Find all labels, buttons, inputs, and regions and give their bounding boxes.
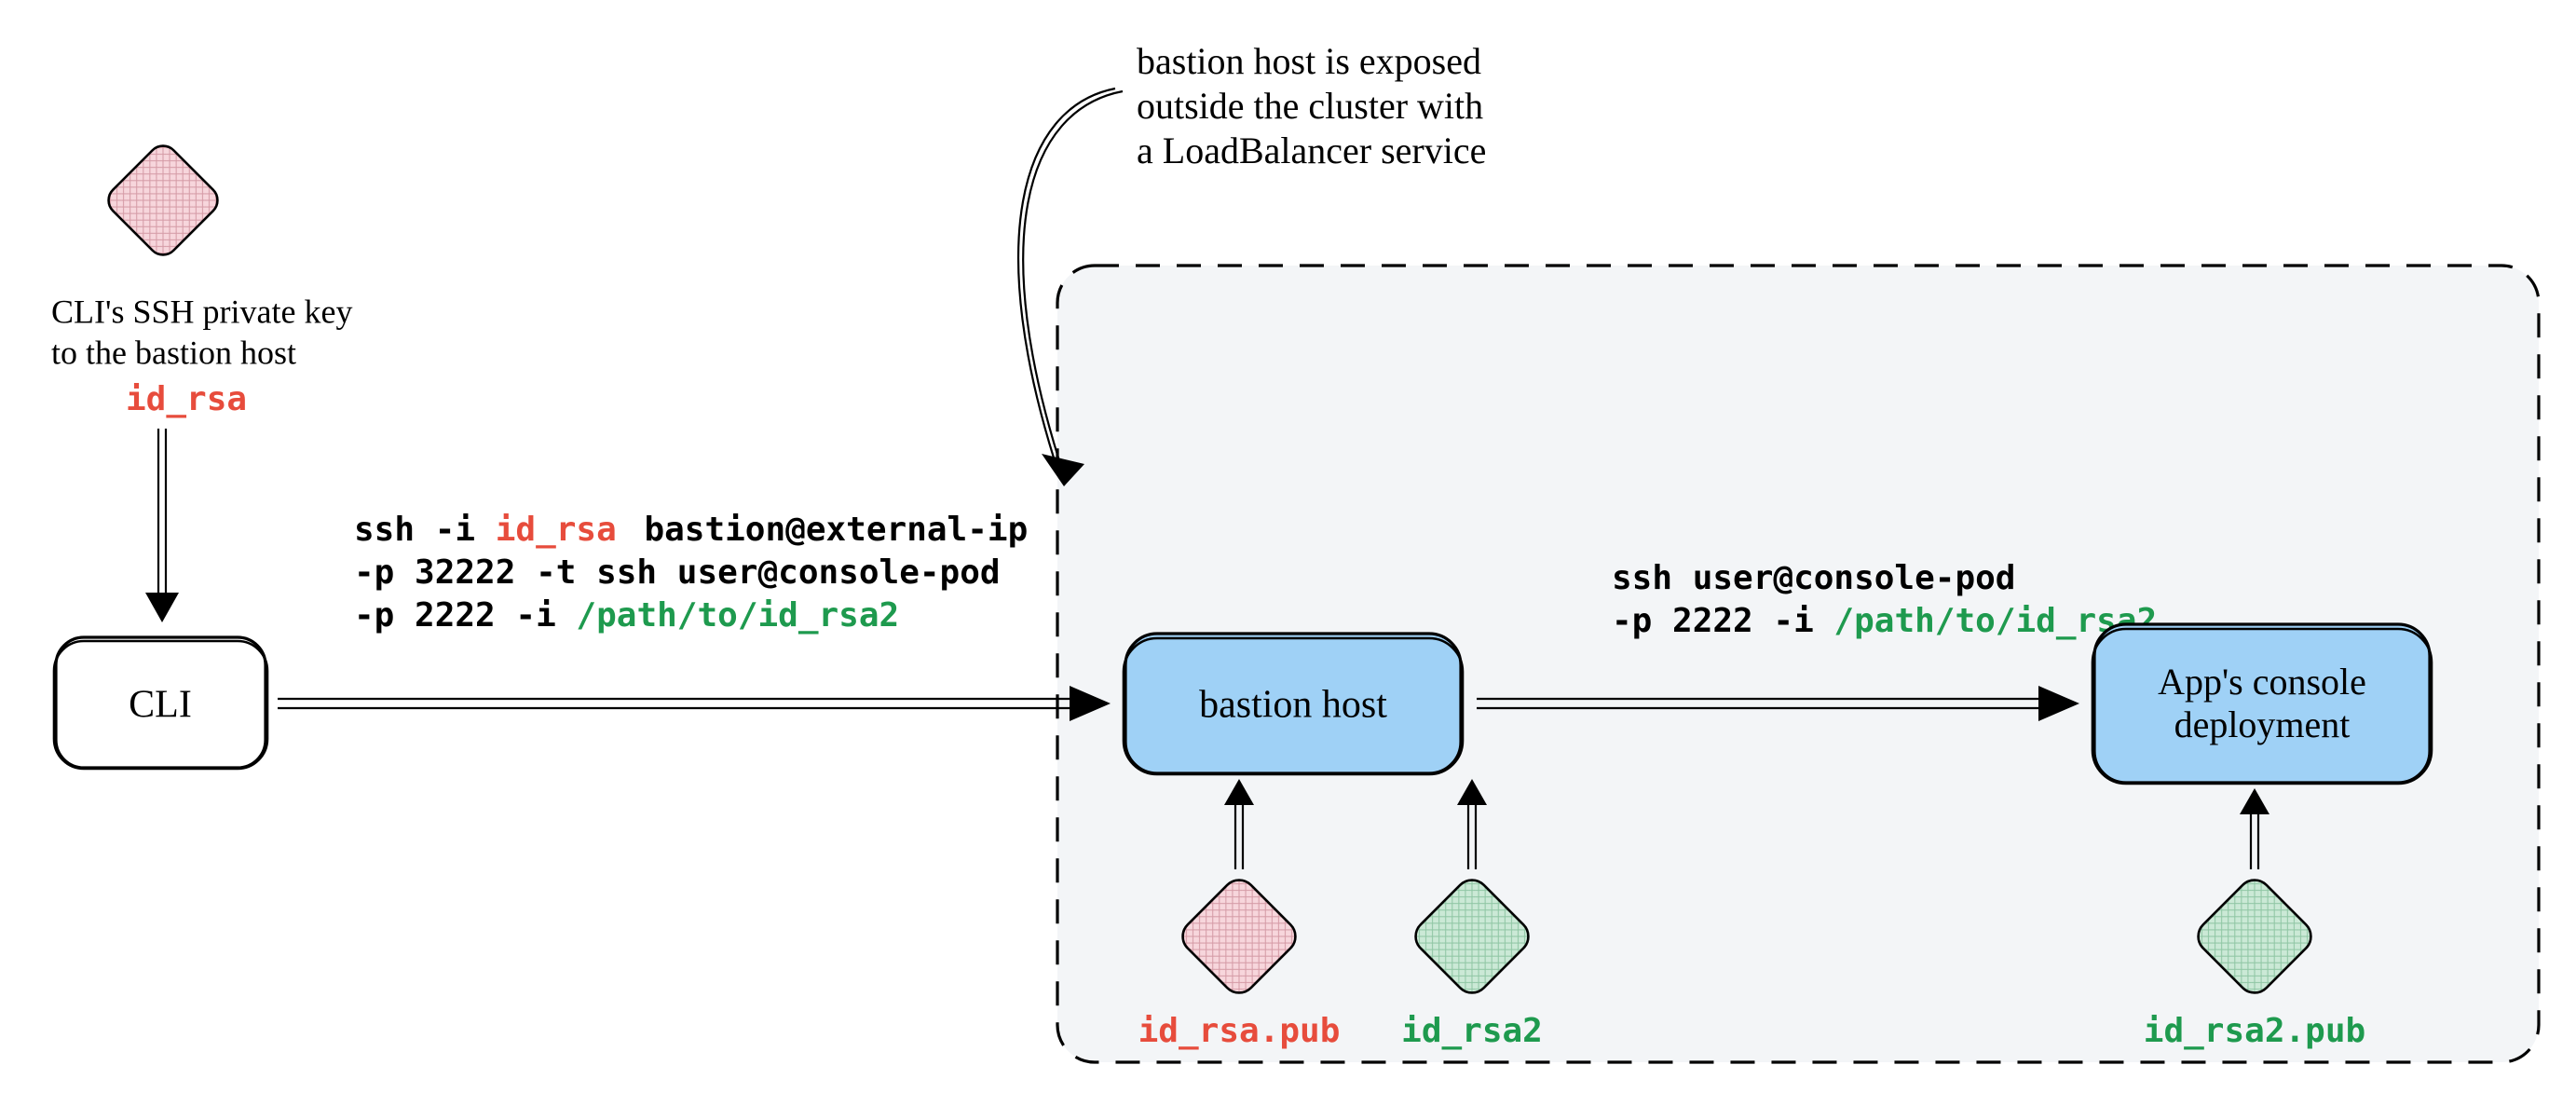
cmd1-prefix: ssh -i (354, 511, 496, 549)
svg-text:-p 2222 -i /path/to/id_rsa2: -p 2222 -i /path/to/id_rsa2 (1612, 602, 2157, 640)
cmd1-line3a: -p 2222 -i (354, 596, 576, 635)
bastion-node-label: bastion host (1199, 684, 1387, 727)
id-rsa2-pub-label: id_rsa2.pub (2144, 1012, 2365, 1050)
svg-text:ssh -i id_rsa bastion@external: ssh -i id_rsa bastion@external-ip (354, 511, 1028, 549)
note-line-2: outside the cluster with (1137, 85, 1483, 127)
cmd1-line2: -p 32222 -t ssh user@console-pod (354, 553, 1001, 592)
cmd1-rsa: id_rsa (496, 511, 617, 549)
cli-key-file: id_rsa (126, 380, 247, 418)
ssh-command-1: ssh -i id_rsa bastion@external-ip -p 322… (354, 511, 1028, 635)
svg-text:-p 2222 -i /path/to/id_rsa2: -p 2222 -i /path/to/id_rsa2 (354, 596, 899, 635)
cli-node: CLI (54, 637, 267, 769)
id-rsa2-label: id_rsa2 (1401, 1012, 1543, 1050)
cmd1-suffix: bastion@external-ip (624, 511, 1028, 549)
console-node-label-1: App's console (2158, 661, 2366, 703)
cmd2-line2a: -p 2222 -i (1612, 602, 1833, 640)
cmd1-line3b: /path/to/id_rsa2 (576, 596, 899, 635)
note-line-3: a LoadBalancer service (1137, 130, 1486, 171)
console-node: App's console deployment (2092, 624, 2432, 784)
cli-key-label-2: to the bastion host (51, 334, 296, 371)
cli-private-key-diamond: CLI's SSH private key to the bastion hos… (51, 140, 352, 622)
cmd2-line1: ssh user@console-pod (1612, 559, 2015, 597)
arrow-cli-to-bastion (278, 686, 1111, 721)
console-node-label-2: deployment (2174, 703, 2351, 745)
note-line-1: bastion host is exposed (1137, 40, 1481, 82)
cli-key-label-1: CLI's SSH private key (51, 293, 352, 330)
id-rsa-pub-label: id_rsa.pub (1138, 1012, 1341, 1050)
cli-node-label: CLI (129, 684, 192, 727)
bastion-node: bastion host (1124, 634, 1463, 774)
